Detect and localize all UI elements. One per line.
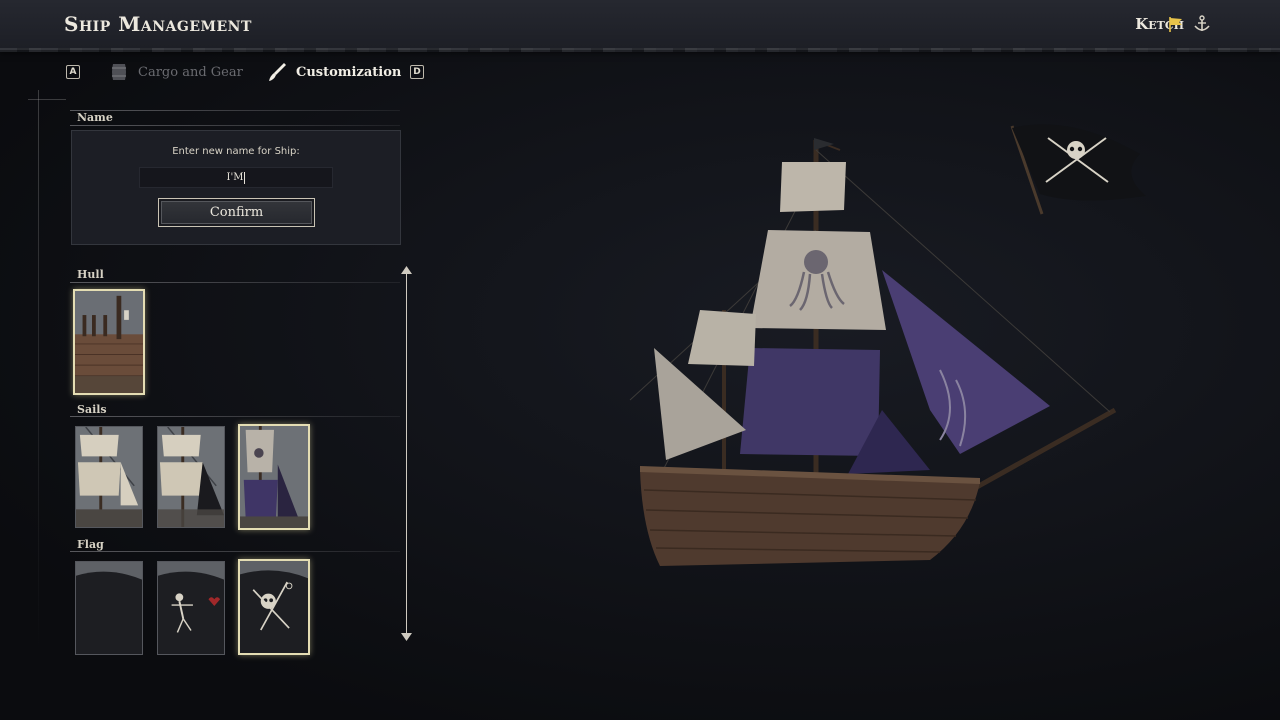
- hull-section-label: Hull: [77, 268, 104, 281]
- ship-preview: [629, 124, 1146, 566]
- section-divider: [70, 416, 400, 417]
- sails-white-thumbnail: [76, 427, 142, 527]
- name-prompt: Enter new name for Ship:: [172, 146, 300, 157]
- flag-option-card[interactable]: [157, 561, 225, 655]
- panel-frame-corner: [28, 99, 66, 100]
- hull-thumbnail: [75, 291, 143, 393]
- page-title: Ship Management: [64, 12, 252, 36]
- flag-skeleton-heart-thumbnail: [158, 562, 224, 654]
- section-divider: [70, 551, 400, 552]
- name-section-label: Name: [77, 111, 113, 124]
- ship-flag: [1010, 124, 1146, 215]
- tab-customization[interactable]: Customization: [266, 59, 401, 85]
- name-panel: Enter new name for Ship: I'M Confirm: [71, 130, 401, 245]
- hull-option-card[interactable]: [73, 289, 145, 395]
- barrel-icon: [112, 64, 126, 80]
- panel-frame-line: [38, 90, 39, 650]
- sails-option-card[interactable]: [157, 426, 225, 528]
- section-divider: [70, 125, 400, 126]
- flag-option-card[interactable]: [75, 561, 143, 655]
- confirm-button[interactable]: Confirm: [158, 198, 315, 227]
- tab-next-key[interactable]: D: [410, 65, 424, 79]
- tab-customization-label: Customization: [296, 64, 402, 80]
- sails-purple-kraken-thumbnail: [240, 426, 308, 528]
- flag-icon: [1169, 17, 1182, 32]
- flag-section-label: Flag: [77, 538, 104, 551]
- scroll-up-arrow-icon[interactable]: [401, 266, 412, 274]
- scroll-down-arrow-icon[interactable]: [401, 633, 412, 641]
- brush-icon: [269, 63, 286, 81]
- section-divider: [70, 282, 400, 283]
- tab-cargo-label: Cargo and Gear: [138, 64, 243, 80]
- sails-option-card[interactable]: [238, 424, 310, 530]
- tab-cargo-and-gear[interactable]: Cargo and Gear: [108, 59, 243, 85]
- sails-option-card[interactable]: [75, 426, 143, 528]
- section-divider: [70, 110, 400, 111]
- ship-name-input[interactable]: I'M: [139, 167, 333, 188]
- ship-name-value: I'M: [226, 172, 244, 183]
- scrollbar-track[interactable]: [406, 270, 407, 638]
- sails-section-label: Sails: [77, 403, 107, 416]
- anchor-icon: [1194, 15, 1210, 31]
- text-caret: [244, 171, 246, 184]
- header-bar: Ship Management Ketch: [0, 0, 1280, 52]
- tab-prev-key[interactable]: A: [66, 65, 80, 79]
- flag-plain-black-thumbnail: [76, 562, 142, 654]
- sails-white-black-thumbnail: [158, 427, 224, 527]
- flag-option-card[interactable]: [238, 559, 310, 655]
- flag-skull-crossed-swords-thumbnail: [240, 561, 308, 653]
